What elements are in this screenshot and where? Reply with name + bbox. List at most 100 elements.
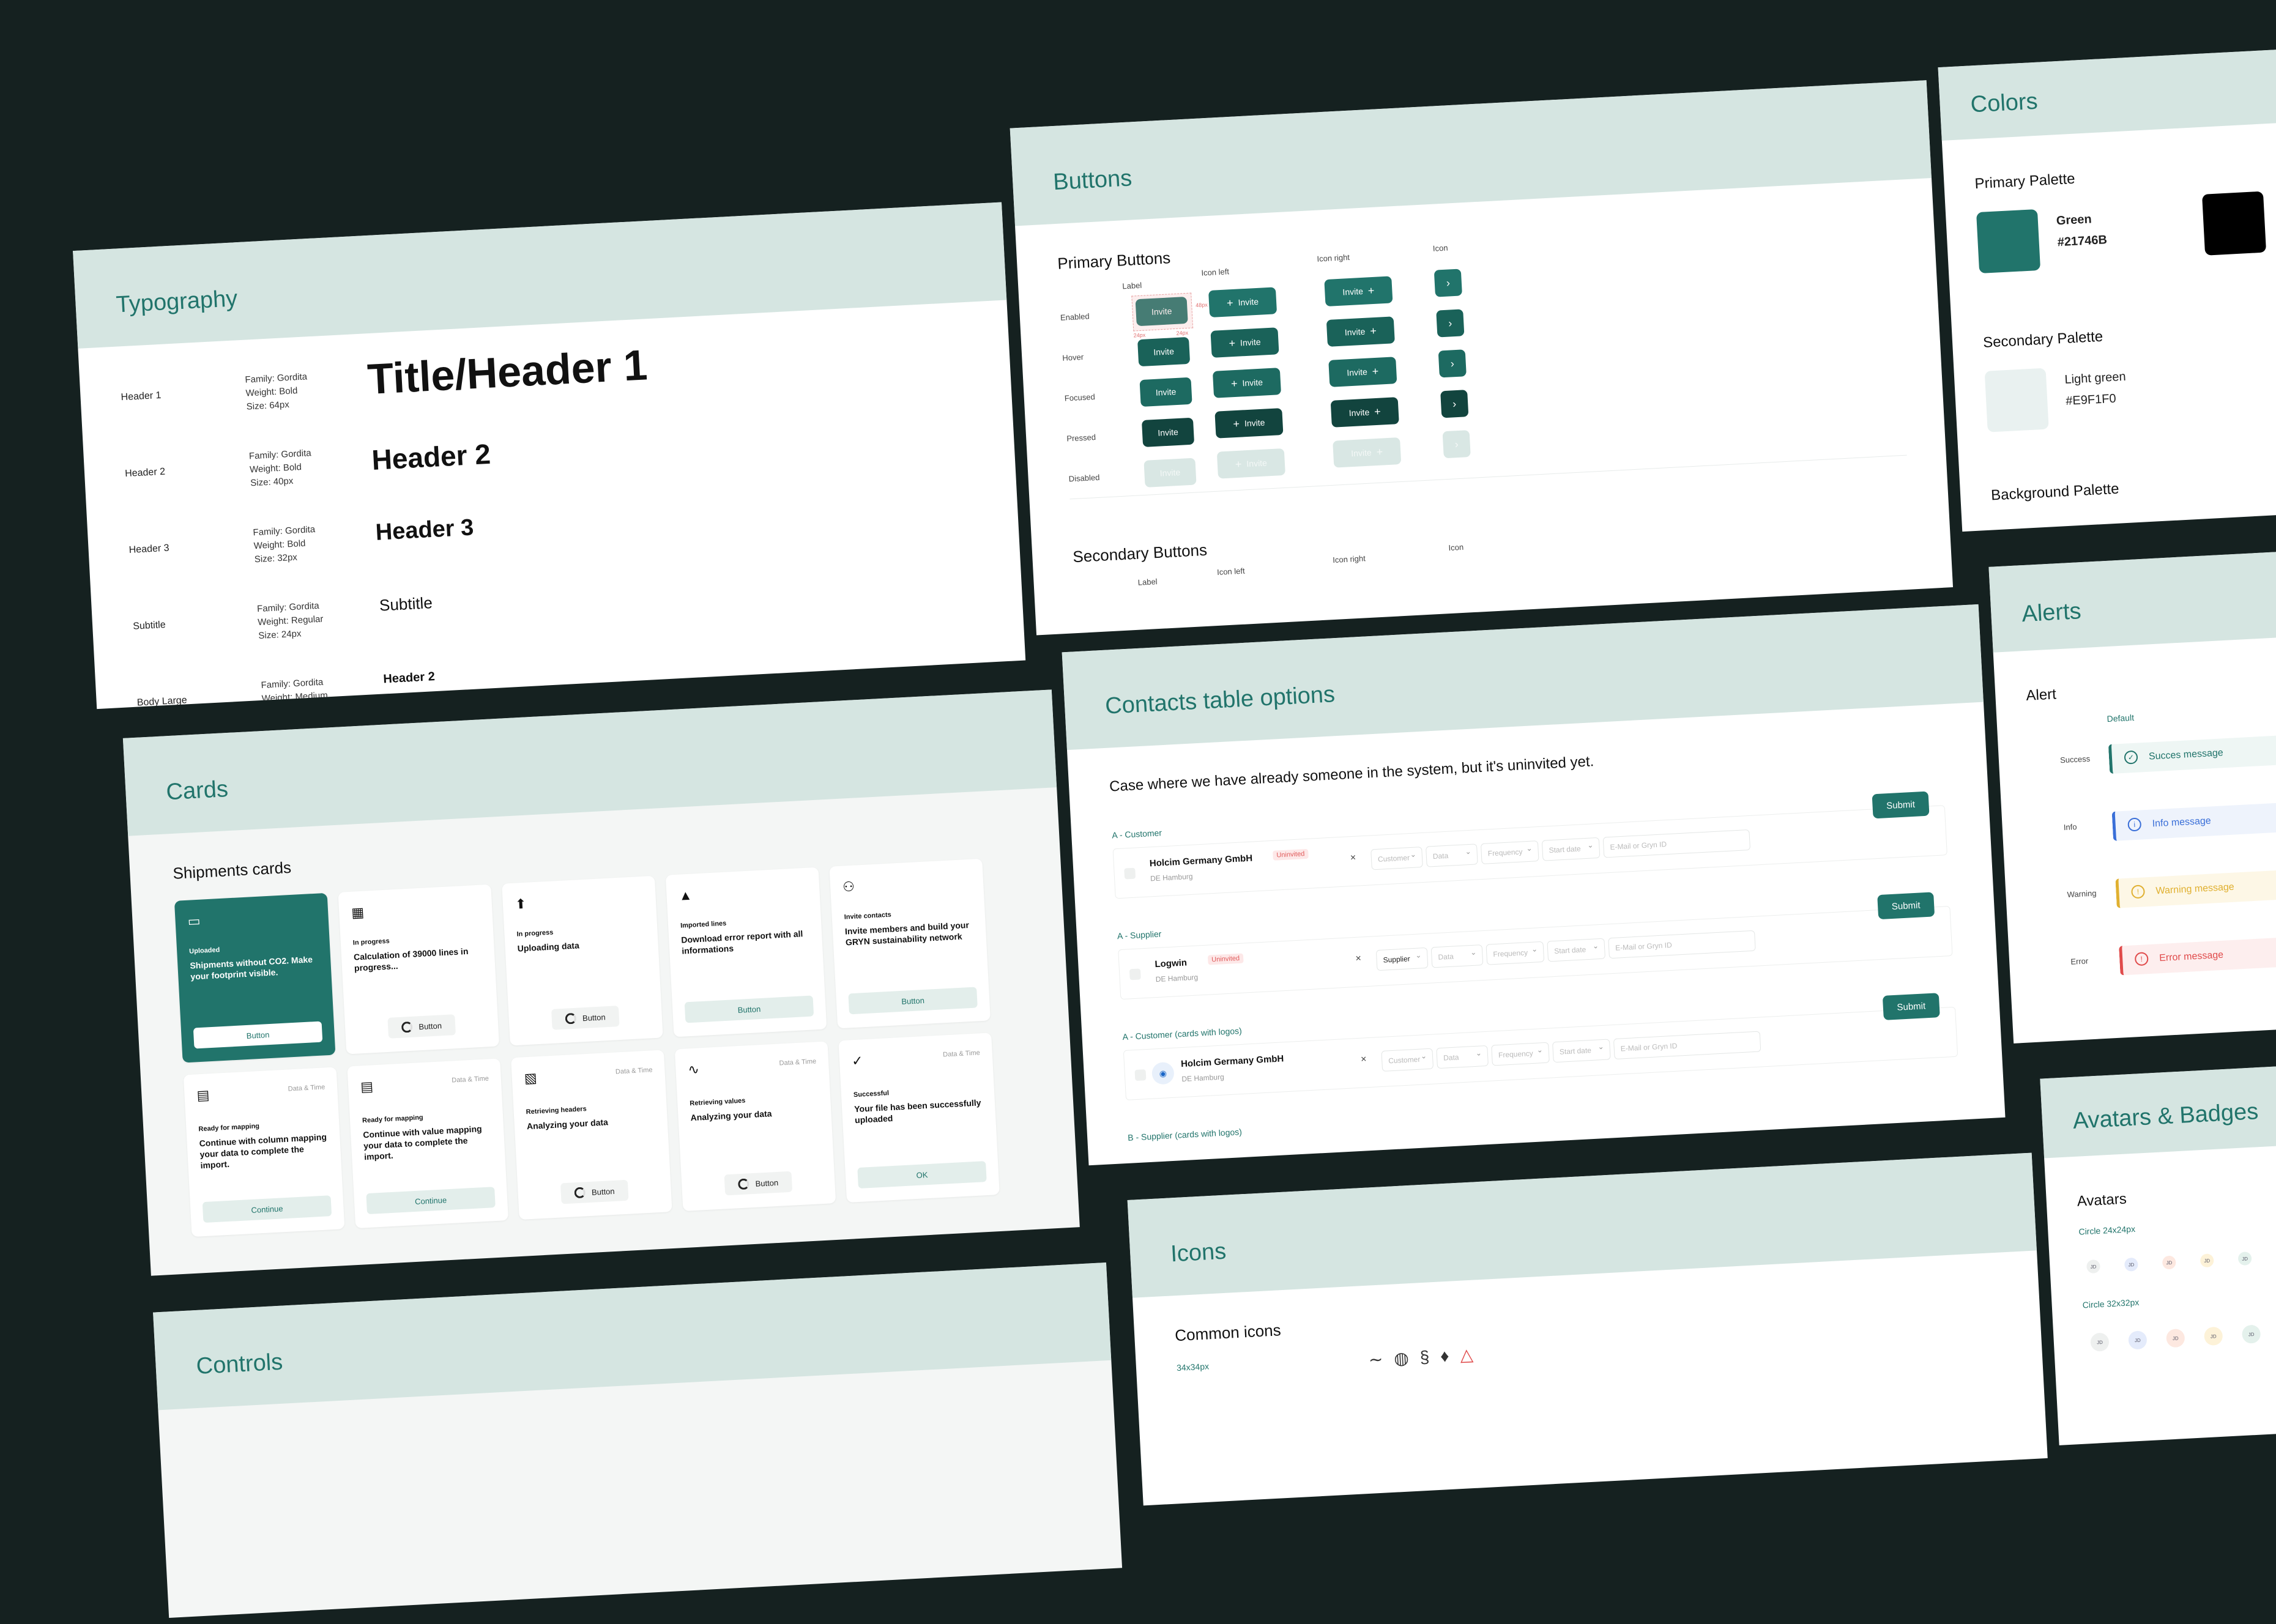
alerts-panel: Alerts Alert Default Success ✓ Succes mess…: [1988, 550, 2276, 1044]
avatar: JD: [2237, 1251, 2252, 1266]
invite-icon-left-button[interactable]: + Invite: [1216, 448, 1285, 479]
card-button[interactable]: Continue: [202, 1195, 332, 1223]
type-meta-family: Family: Gordita: [253, 524, 316, 538]
invite-icon-right-button[interactable]: Invite +: [1324, 276, 1393, 307]
plus-icon: +: [1229, 336, 1236, 349]
card-text: Shipments without CO2. Make your footpri…: [190, 954, 313, 982]
invite-button[interactable]: Invite: [1141, 417, 1195, 447]
card-text: Uploading data: [517, 940, 580, 954]
chevron-right-icon[interactable]: ›: [1436, 309, 1465, 338]
invite-label: Invite: [1244, 417, 1265, 429]
company-name: Logwin: [1155, 957, 1188, 970]
chevron-right-icon[interactable]: ›: [1434, 269, 1462, 297]
card-button-label: Button: [418, 1020, 442, 1031]
submit-button[interactable]: Submit: [1872, 791, 1930, 819]
card-button[interactable]: Button: [193, 1021, 323, 1049]
invite-icon-right-button[interactable]: Invite +: [1333, 437, 1402, 468]
invite-icon-right-button[interactable]: Invite +: [1326, 316, 1395, 347]
alert-message: Succes message: [2148, 747, 2224, 762]
plus-icon: +: [1374, 405, 1382, 418]
submit-button[interactable]: Submit: [1882, 993, 1940, 1020]
buttons-panel: Buttons Primary Buttons Label Icon left Ic…: [1010, 80, 1954, 636]
card-button[interactable]: Button: [560, 1179, 629, 1204]
icons-header: Icons: [1127, 1152, 2037, 1298]
wave-icon: ∼: [1368, 1349, 1395, 1370]
chevron-right-icon[interactable]: ›: [1440, 390, 1469, 418]
design-system-board: Typography Header 1 Family: Gordita Weight…: [0, 0, 2276, 1618]
remove-icon[interactable]: ×: [1350, 853, 1356, 864]
light-green-swatch: [1984, 368, 2049, 432]
invite-icon-right-button[interactable]: Invite +: [1328, 357, 1397, 387]
card-status: Invite contacts: [844, 911, 892, 921]
invite-icon-left-button[interactable]: + Invite: [1212, 368, 1282, 398]
alert-warning: ! Warning message: [2115, 867, 2276, 908]
chevron-right-icon[interactable]: ›: [1442, 430, 1471, 459]
company-logo: ◉: [1151, 1061, 1175, 1085]
error-icon: !: [2134, 952, 2149, 966]
invite-button[interactable]: Invite: [1144, 458, 1197, 488]
avatar: JD: [2128, 1330, 2148, 1350]
card-button[interactable]: OK: [857, 1161, 987, 1189]
shipment-card: ▭ Uploaded Shipments without CO2. Make you…: [174, 892, 336, 1063]
colors-header: Colors: [1938, 49, 2276, 141]
card-button[interactable]: Button: [684, 995, 814, 1023]
shipment-card: ▧ Data & Time Retrieving headers Analyzing …: [511, 1050, 672, 1220]
card-status: Imported lines: [680, 919, 727, 930]
card-date: Data & Time: [615, 1066, 653, 1076]
secondary-palette-heading: Secondary Palette: [1982, 328, 2103, 351]
invite-label: Invite: [1240, 336, 1261, 348]
row-checkbox[interactable]: [1129, 968, 1141, 981]
invite-icon-left-button[interactable]: + Invite: [1208, 287, 1277, 318]
row-checkbox[interactable]: [1134, 1069, 1147, 1081]
card-button[interactable]: Continue: [366, 1187, 496, 1215]
card-button[interactable]: Button: [848, 987, 978, 1015]
chevron-right-icon[interactable]: ›: [1438, 349, 1467, 378]
shipment-card: ⬆ In progress Uploading data Button: [502, 875, 663, 1046]
green-hex: #21746B: [2057, 233, 2108, 250]
secondary-col-label: Label: [1137, 577, 1158, 587]
invite-icon-left-button[interactable]: + Invite: [1214, 408, 1284, 439]
common-icons-heading: Common icons: [1174, 1321, 1282, 1345]
type-row-label: Subtitle: [132, 620, 166, 632]
company-name: Holcim Germany GmbH: [1180, 1053, 1284, 1070]
alert-label: Error: [2070, 956, 2089, 966]
icons-panel: Icons Common icons 34x34px ∼◍§♦△: [1127, 1152, 2048, 1506]
invite-icon-right-button[interactable]: Invite +: [1330, 397, 1399, 428]
contacts-case-text: Case where we have already someone in th…: [1109, 753, 1594, 795]
remove-icon[interactable]: ×: [1361, 1054, 1367, 1065]
spacing-label: 24px: [1133, 332, 1146, 339]
alert-message: Info message: [2152, 815, 2212, 829]
background-palette-heading: Background Palette: [1990, 480, 2120, 504]
chevron-down-icon: ⌄: [1531, 944, 1538, 954]
invite-label: Invite: [1348, 407, 1370, 418]
alert-error: ! Error message: [2119, 934, 2276, 976]
card-button[interactable]: Button: [387, 1014, 456, 1039]
invite-button[interactable]: Invite: [1139, 377, 1192, 407]
row-checkbox[interactable]: [1124, 867, 1136, 880]
route-icon: §: [1419, 1346, 1441, 1367]
invite-button[interactable]: Invite: [1137, 336, 1191, 367]
invite-icon-left-button[interactable]: + Invite: [1210, 327, 1279, 358]
filter-field[interactable]: E-Mail or Gryn ID: [1608, 930, 1756, 959]
typography-panel: Typography Header 1 Family: Gordita Weight…: [73, 202, 1026, 710]
typography-header: Typography: [73, 202, 1007, 349]
avatars-heading: Avatars: [2077, 1190, 2127, 1210]
contacts-panel: Contacts table options Case where we hav…: [1062, 604, 2006, 1166]
submit-button[interactable]: Submit: [1877, 892, 1935, 920]
card-text: Continue with value mapping your data to…: [362, 1124, 482, 1162]
type-meta-family: Family: Gordita: [245, 371, 308, 385]
alert-info: i Info message: [2111, 800, 2276, 841]
remove-icon[interactable]: ×: [1355, 953, 1361, 964]
alert-heading: Alert: [2025, 686, 2057, 705]
filter-field[interactable]: E-Mail or Gryn ID: [1613, 1031, 1761, 1060]
filter-field[interactable]: E-Mail or Gryn ID: [1602, 829, 1751, 858]
card-text: Continue with column mapping your data t…: [199, 1132, 327, 1171]
state-label: Focused: [1064, 392, 1096, 403]
type-meta-weight: Weight: Medium: [261, 690, 329, 704]
info-icon: i: [2127, 817, 2142, 832]
card-text: Calculation of 39000 lines in progress..…: [353, 946, 469, 973]
card-button[interactable]: Button: [551, 1006, 620, 1030]
card-button[interactable]: Button: [724, 1171, 793, 1196]
company-location: DE Hamburg: [1181, 1072, 1225, 1084]
button-col-label: Label: [1122, 280, 1142, 291]
